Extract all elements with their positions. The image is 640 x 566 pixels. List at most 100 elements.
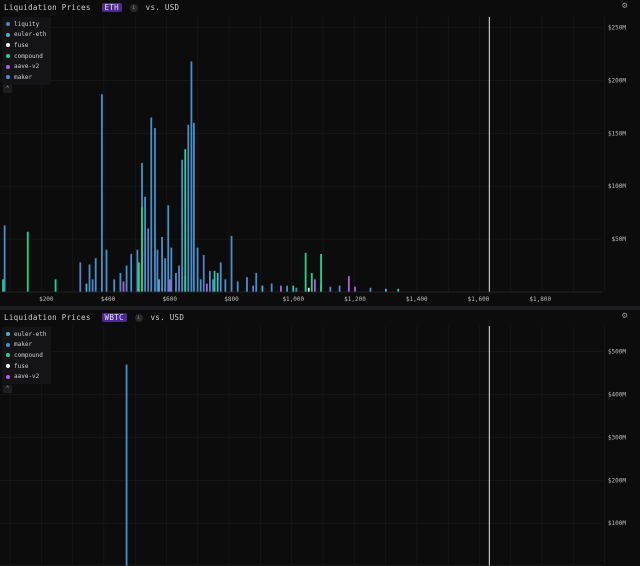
legend-swatch [6,374,10,379]
legend-swatch [6,353,10,358]
bar-liquity [202,254,205,292]
legend-item-aave-v2[interactable]: aave-v2 [6,371,47,382]
legend-item-aave-v2[interactable]: aave-v2 [6,61,47,72]
bar-maker [224,279,227,292]
bar-maker [286,285,289,292]
bar-compound [54,279,57,292]
bar-maker [270,283,273,292]
bar-maker [181,159,184,292]
bar-fuse [307,287,310,292]
asset-selector[interactable]: ETH [101,3,122,12]
wbtc-legend: euler-eth maker compound fuse aave-v2 [2,327,51,384]
legend-item-maker[interactable]: maker [6,72,47,83]
legend-label: compound [14,351,43,359]
bar-maker [3,225,6,292]
bar-aave-v2 [280,285,282,292]
bar-liquity [329,286,332,292]
y-tick-label: $250M [608,25,626,32]
quote-label: vs. USD [150,313,185,322]
bar-compound [26,231,29,292]
bar-maker [125,265,128,292]
y-tick-label: $100M [608,183,626,190]
quote-label: vs. USD [145,3,180,12]
bar-maker [338,285,341,292]
bar-maker [136,249,139,292]
legend-label: euler-eth [14,31,47,39]
bar-liquity [79,262,82,292]
eth-panel-header: Liquidation Prices ETH i vs. USD ⚙ [0,0,640,17]
legend-item-liquity[interactable]: liquity [6,19,47,30]
bar-maker [369,287,372,292]
bar-liquity [295,287,298,292]
wbtc-liquidation-panel: $100M $200M $300M $400M $500M Liquidation Pr… [0,310,640,566]
bar-aave-v2 [122,281,125,292]
bar-compound [310,272,313,292]
legend-item-euler-eth[interactable]: euler-eth [6,329,47,340]
legend-label: euler-eth [14,330,47,338]
eth-chart-title: Liquidation Prices ETH i vs. USD [4,3,179,12]
y-tick-label: $500M [608,349,626,356]
legend-swatch [6,54,10,59]
bar-aave-v2 [168,279,171,292]
bar-maker [230,235,233,292]
legend-item-compound[interactable]: compound [6,350,47,361]
bar-compound [292,285,295,292]
wbtc-chart-title: Liquidation Prices WBTC i vs. USD [4,313,184,322]
legend-label: maker [14,73,33,81]
legend-item-fuse[interactable]: fuse [6,361,47,372]
bar-liquity [212,279,214,292]
bar-compound [320,253,322,292]
bar-maker [150,117,153,292]
bar-compound [2,279,4,292]
bars [125,364,128,566]
bar-maker [192,122,195,293]
y-tick-label: $150M [608,130,626,137]
bar-maker [196,247,199,292]
bar-maker [94,258,97,292]
info-icon[interactable]: i [129,4,138,12]
chevron-up-icon[interactable]: ⌃ [3,385,12,393]
chart-title-text: Liquidation Prices [4,3,91,12]
bar-euler-eth [261,285,264,292]
bar-euler-eth [85,283,88,292]
x-tick-label: $1,000 [282,296,304,303]
x-tick-label: $1,800 [529,296,551,303]
legend-item-maker[interactable]: maker [6,340,47,351]
legend-swatch [6,364,10,369]
bar-euler-eth [158,279,160,292]
bar-euler-eth [385,288,387,292]
bar-maker [246,277,248,292]
legend-item-fuse[interactable]: fuse [6,40,47,51]
chevron-up-icon[interactable]: ⌃ [3,85,12,93]
bar-maker [175,272,177,292]
asset-selector[interactable]: WBTC [101,313,127,322]
bar-maker [170,247,173,292]
bar-aave-v2 [205,283,208,292]
bar-maker [209,270,211,292]
chart-title-text: Liquidation Prices [4,313,91,322]
bar-maker [161,237,163,292]
gear-icon[interactable]: ⚙ [622,2,631,11]
legend-item-euler-eth[interactable]: euler-eth [6,30,47,41]
bar-maker [154,128,156,292]
x-tick-label: $1,600 [468,296,490,303]
y-tick-label: $300M [608,434,626,441]
y-tick-label: $400M [608,392,626,399]
eth-legend: liquity euler-eth fuse compound aave-v2 maker [2,17,51,85]
legend-swatch [6,32,10,37]
legend-swatch [6,22,10,27]
gear-icon[interactable]: ⚙ [622,312,631,321]
legend-item-compound[interactable]: compound [6,51,47,62]
bar-compound [138,262,140,292]
info-icon[interactable]: i [134,314,143,322]
x-tick-label: $800 [224,296,239,303]
legend-swatch [6,43,10,48]
bar-liquity [91,279,94,292]
y-tick-label: $200M [608,477,626,484]
bar-compound [304,252,307,292]
legend-swatch [6,332,10,337]
wbtc-panel-header: Liquidation Prices WBTC i vs. USD ⚙ [0,310,640,327]
bar-maker [105,249,108,292]
x-tick-label: $1,200 [344,296,366,303]
eth-liquidation-chart: $50M $100M $150M $200M $250M $200 $400 $600 $800… [0,0,640,306]
